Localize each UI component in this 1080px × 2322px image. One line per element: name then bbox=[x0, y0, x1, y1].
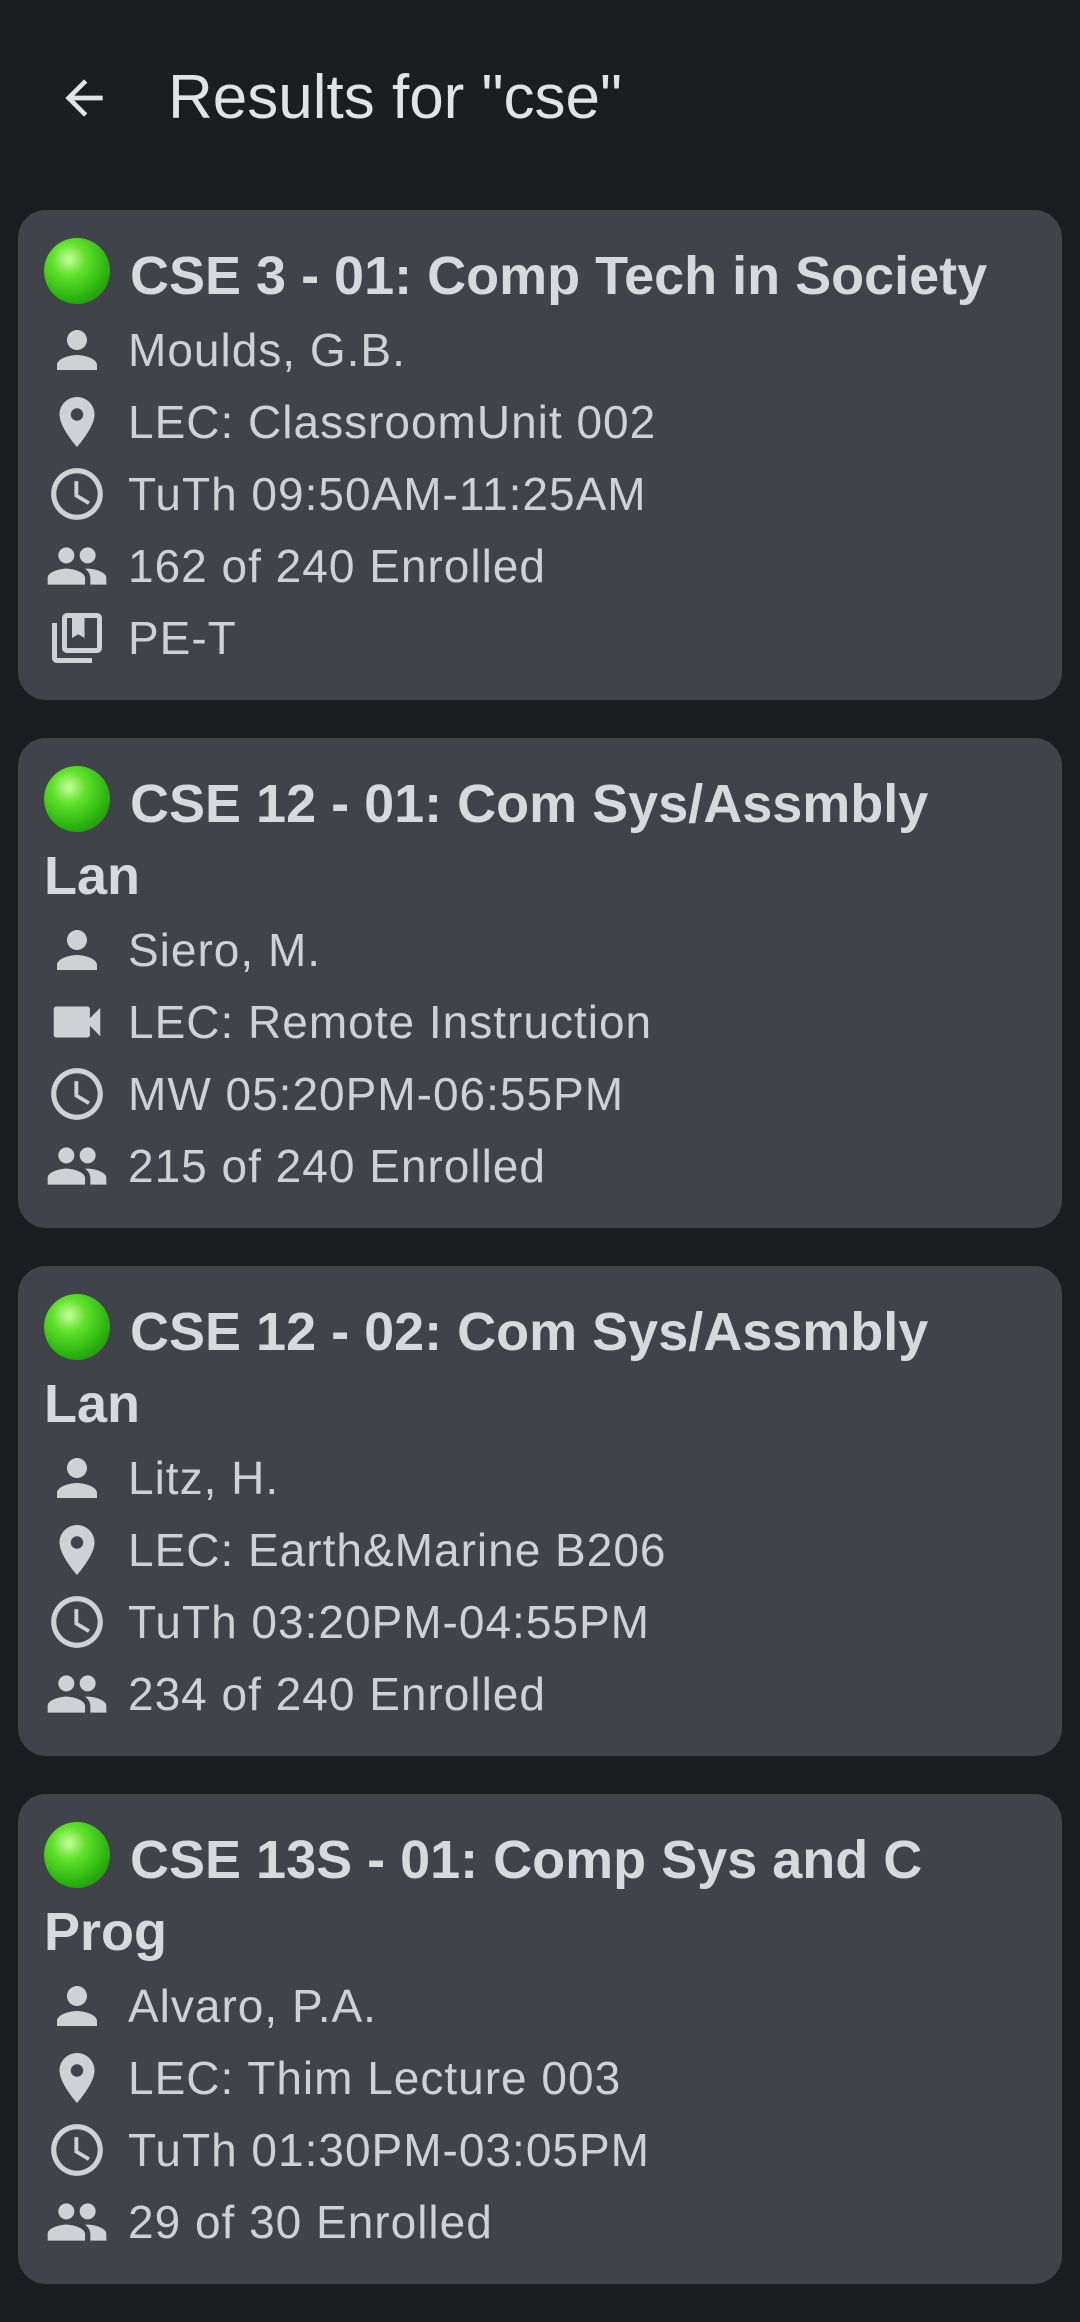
enrollment-row: 162 of 240 Enrolled bbox=[44, 530, 1036, 602]
schedule-row: TuTh 01:30PM-03:05PM bbox=[44, 2114, 1036, 2186]
schedule-row: MW 05:20PM-06:55PM bbox=[44, 1058, 1036, 1130]
location-text: LEC: ClassroomUnit 002 bbox=[128, 396, 657, 448]
location-text: LEC: Thim Lecture 003 bbox=[128, 2052, 622, 2104]
library-books-icon bbox=[44, 605, 110, 671]
enrollment-text: 162 of 240 Enrolled bbox=[128, 540, 546, 592]
back-button[interactable] bbox=[48, 58, 120, 138]
location-text: LEC: Earth&Marine B206 bbox=[128, 1524, 667, 1576]
place-icon bbox=[44, 2045, 110, 2111]
status-open-icon bbox=[44, 1822, 110, 1888]
instructor-row: Moulds, G.B. bbox=[44, 314, 1036, 386]
schedule-text: TuTh 01:30PM-03:05PM bbox=[128, 2124, 650, 2176]
enrollment-text: 215 of 240 Enrolled bbox=[128, 1140, 546, 1192]
location-row: LEC: Thim Lecture 003 bbox=[44, 2042, 1036, 2114]
ge-text: PE-T bbox=[128, 612, 237, 664]
people-icon bbox=[44, 1661, 110, 1727]
arrow-back-icon bbox=[65, 79, 103, 117]
course-title: CSE 12 - 01: Com Sys/Assmbly Lan bbox=[44, 774, 929, 906]
person-icon bbox=[44, 1973, 110, 2039]
course-title: CSE 3 - 01: Comp Tech in Society bbox=[130, 246, 988, 306]
instructor-name: Litz, H. bbox=[128, 1452, 280, 1504]
enrollment-text: 29 of 30 Enrolled bbox=[128, 2196, 493, 2248]
schedule-text: MW 05:20PM-06:55PM bbox=[128, 1068, 625, 1120]
location-text: LEC: Remote Instruction bbox=[128, 996, 653, 1048]
instructor-row: Litz, H. bbox=[44, 1442, 1036, 1514]
location-row: LEC: Remote Instruction bbox=[44, 986, 1036, 1058]
videocam-icon bbox=[44, 989, 110, 1055]
instructor-name: Alvaro, P.A. bbox=[128, 1980, 377, 2032]
people-icon bbox=[44, 1133, 110, 1199]
instructor-row: Alvaro, P.A. bbox=[44, 1970, 1036, 2042]
course-card[interactable]: CSE 12 - 01: Com Sys/Assmbly Lan Siero, … bbox=[18, 738, 1062, 1228]
page-title: Results for "cse" bbox=[168, 63, 623, 132]
person-icon bbox=[44, 917, 110, 983]
schedule-row: TuTh 03:20PM-04:55PM bbox=[44, 1586, 1036, 1658]
schedule-text: TuTh 09:50AM-11:25AM bbox=[128, 468, 647, 520]
enrollment-row: 29 of 30 Enrolled bbox=[44, 2186, 1036, 2258]
schedule-text: TuTh 03:20PM-04:55PM bbox=[128, 1596, 650, 1648]
clock-icon bbox=[44, 461, 110, 527]
course-card[interactable]: CSE 3 - 01: Comp Tech in Society Moulds,… bbox=[18, 210, 1062, 700]
instructor-name: Moulds, G.B. bbox=[128, 324, 406, 376]
results-list: CSE 3 - 01: Comp Tech in Society Moulds,… bbox=[18, 210, 1062, 2322]
clock-icon bbox=[44, 2117, 110, 2183]
people-icon bbox=[44, 2189, 110, 2255]
schedule-row: TuTh 09:50AM-11:25AM bbox=[44, 458, 1036, 530]
people-icon bbox=[44, 533, 110, 599]
location-row: LEC: Earth&Marine B206 bbox=[44, 1514, 1036, 1586]
course-card[interactable]: CSE 13S - 01: Comp Sys and C Prog Alvaro… bbox=[18, 1794, 1062, 2284]
enrollment-text: 234 of 240 Enrolled bbox=[128, 1668, 546, 1720]
person-icon bbox=[44, 317, 110, 383]
enrollment-row: 234 of 240 Enrolled bbox=[44, 1658, 1036, 1730]
course-title: CSE 12 - 02: Com Sys/Assmbly Lan bbox=[44, 1302, 929, 1434]
place-icon bbox=[44, 389, 110, 455]
course-card[interactable]: CSE 12 - 02: Com Sys/Assmbly Lan Litz, H… bbox=[18, 1266, 1062, 1756]
clock-icon bbox=[44, 1061, 110, 1127]
ge-row: PE-T bbox=[44, 602, 1036, 674]
place-icon bbox=[44, 1517, 110, 1583]
status-open-icon bbox=[44, 238, 110, 304]
enrollment-row: 215 of 240 Enrolled bbox=[44, 1130, 1036, 1202]
status-open-icon bbox=[44, 1294, 110, 1360]
location-row: LEC: ClassroomUnit 002 bbox=[44, 386, 1036, 458]
app-bar: Results for "cse" bbox=[0, 0, 1080, 200]
clock-icon bbox=[44, 1589, 110, 1655]
person-icon bbox=[44, 1445, 110, 1511]
status-open-icon bbox=[44, 766, 110, 832]
instructor-name: Siero, M. bbox=[128, 924, 322, 976]
instructor-row: Siero, M. bbox=[44, 914, 1036, 986]
course-title: CSE 13S - 01: Comp Sys and C Prog bbox=[44, 1830, 923, 1962]
